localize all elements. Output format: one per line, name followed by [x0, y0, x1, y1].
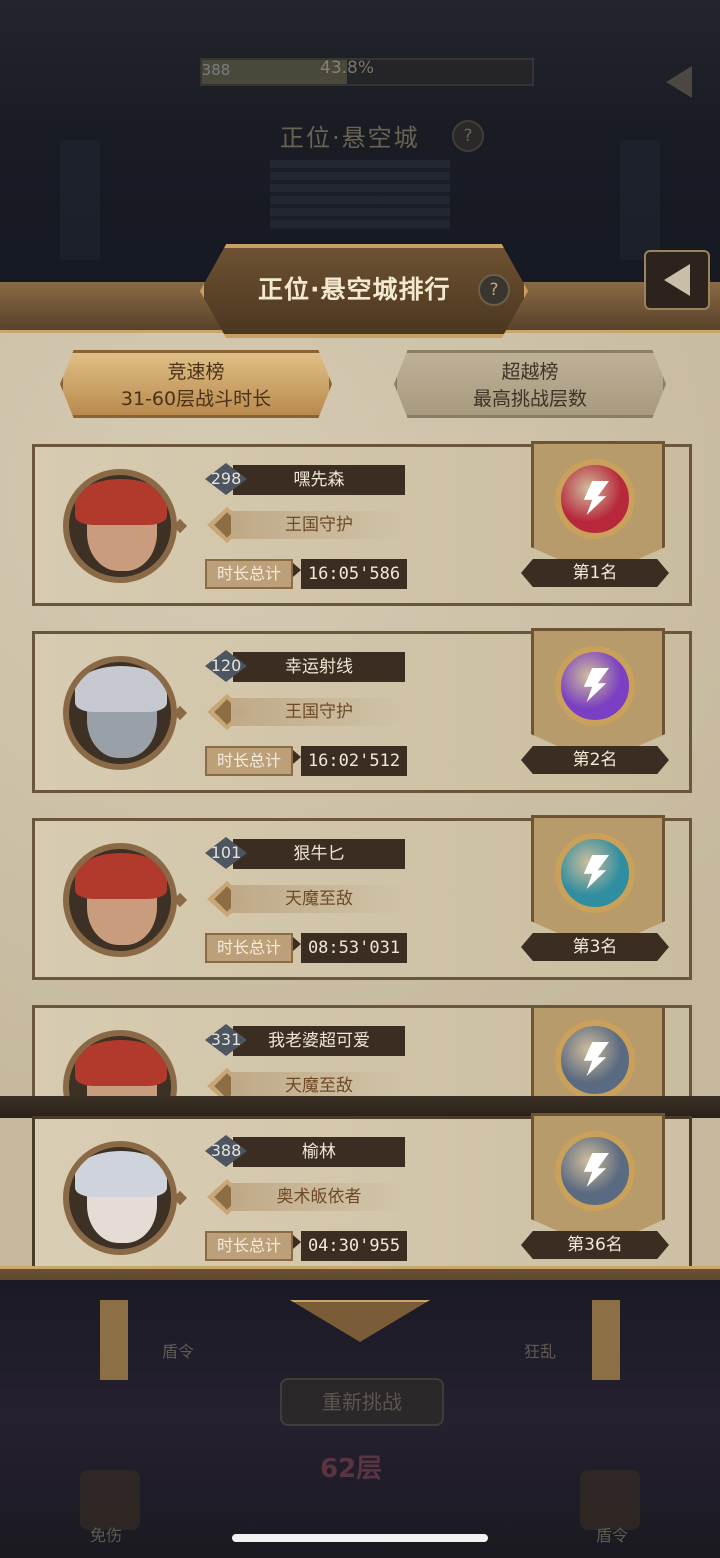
- avatar-hair: [75, 479, 167, 525]
- stage-back-button[interactable]: [648, 54, 710, 110]
- time-arrow-icon: [293, 937, 301, 951]
- corner-label-left: 免伤: [90, 1526, 123, 1545]
- time-label: 时长总计: [205, 1231, 293, 1261]
- avatar-hair: [75, 853, 167, 899]
- tab-label: 超越榜: [501, 361, 559, 383]
- player-avatar[interactable]: [63, 843, 177, 957]
- tab-surpass-ranking[interactable]: 超越榜 最高挑战层数: [394, 350, 666, 418]
- player-title: 王国守护: [231, 511, 407, 539]
- time-value: 04:30'955: [301, 1231, 407, 1261]
- time-label: 时长总计: [205, 559, 293, 589]
- rank-label: 第1名: [521, 559, 669, 587]
- time-arrow-icon: [293, 1235, 301, 1249]
- player-name: 幸运射线: [233, 652, 405, 682]
- ranking-row-4[interactable]: 我老婆超可爱 331 天魔至敌: [32, 1005, 692, 1105]
- player-name: 榆林: [233, 1137, 405, 1167]
- tab-label: 竞速榜: [167, 361, 225, 383]
- home-indicator[interactable]: [232, 1534, 488, 1542]
- back-arrow-icon: [666, 66, 692, 98]
- time-value: 16:02'512: [301, 746, 407, 776]
- rank-label: 第3名: [521, 933, 669, 961]
- player-name: 嘿先森: [233, 465, 405, 495]
- player-avatar[interactable]: [63, 469, 177, 583]
- time-value: 16:05'586: [301, 559, 407, 589]
- panel-support-pillar: [592, 1300, 620, 1380]
- retry-button[interactable]: 重新挑战: [280, 1378, 444, 1426]
- floor-progress-text: 43.8%: [320, 58, 375, 78]
- avatar-hair: [75, 1151, 167, 1197]
- back-arrow-icon: [664, 264, 690, 296]
- buff-icon-left[interactable]: [80, 1470, 140, 1530]
- player-avatar[interactable]: [63, 1030, 177, 1102]
- player-name: 狠牛匕: [233, 839, 405, 869]
- background-pillar: [60, 140, 100, 260]
- stage-help-icon[interactable]: ?: [452, 120, 484, 152]
- time-arrow-icon: [293, 750, 301, 764]
- my-ranking-row[interactable]: 榆林 388 奥术皈依者 时长总计 04:30'955 第36名: [32, 1113, 692, 1278]
- player-title: 奥术皈依者: [231, 1183, 407, 1211]
- player-avatar[interactable]: [63, 656, 177, 770]
- avatar-hair: [75, 1040, 167, 1086]
- background-stairs: [270, 160, 450, 230]
- tab-speed-ranking[interactable]: 竞速榜 31-60层战斗时长: [60, 350, 332, 418]
- close-panel-button[interactable]: [644, 250, 710, 310]
- time-label: 时长总计: [205, 933, 293, 963]
- corner-label-right: 盾令: [596, 1526, 629, 1545]
- ranking-help-icon[interactable]: ?: [478, 274, 510, 306]
- buff-icon-right[interactable]: [580, 1470, 640, 1530]
- ranking-row-1[interactable]: 嘿先森 298 王国守护 时长总计 16:05'586 第1名: [32, 441, 692, 606]
- buff-label-left: 盾令: [162, 1342, 195, 1361]
- time-label: 时长总计: [205, 746, 293, 776]
- player-avatar[interactable]: [63, 1141, 177, 1255]
- player-title: 天魔至敌: [231, 885, 407, 913]
- avatar-hair: [75, 666, 167, 712]
- time-value: 08:53'031: [301, 933, 407, 963]
- stage-title: 正位·悬空城: [280, 124, 420, 152]
- time-arrow-icon: [293, 563, 301, 577]
- floor-number: 62层: [320, 1454, 383, 1484]
- player-name: 我老婆超可爱: [233, 1026, 405, 1056]
- ranking-row-2[interactable]: 幸运射线 120 王国守护 时长总计 16:02'512 第2名: [32, 628, 692, 793]
- ranking-row-3[interactable]: 狠牛匕 101 天魔至敌 时长总计 08:53'031 第3名: [32, 815, 692, 980]
- rank-label: 第2名: [521, 746, 669, 774]
- panel-support-pillar: [100, 1300, 128, 1380]
- tab-sublabel: 31-60层战斗时长: [120, 388, 272, 410]
- rank-label: 第36名: [521, 1231, 669, 1259]
- background-pillar: [620, 140, 660, 260]
- player-title: 王国守护: [231, 698, 407, 726]
- buff-label-right: 狂乱: [524, 1342, 557, 1361]
- tab-sublabel: 最高挑战层数: [472, 388, 587, 410]
- top-level-badge: 388: [201, 61, 231, 79]
- panel-title: 正位·悬空城排行: [258, 275, 451, 304]
